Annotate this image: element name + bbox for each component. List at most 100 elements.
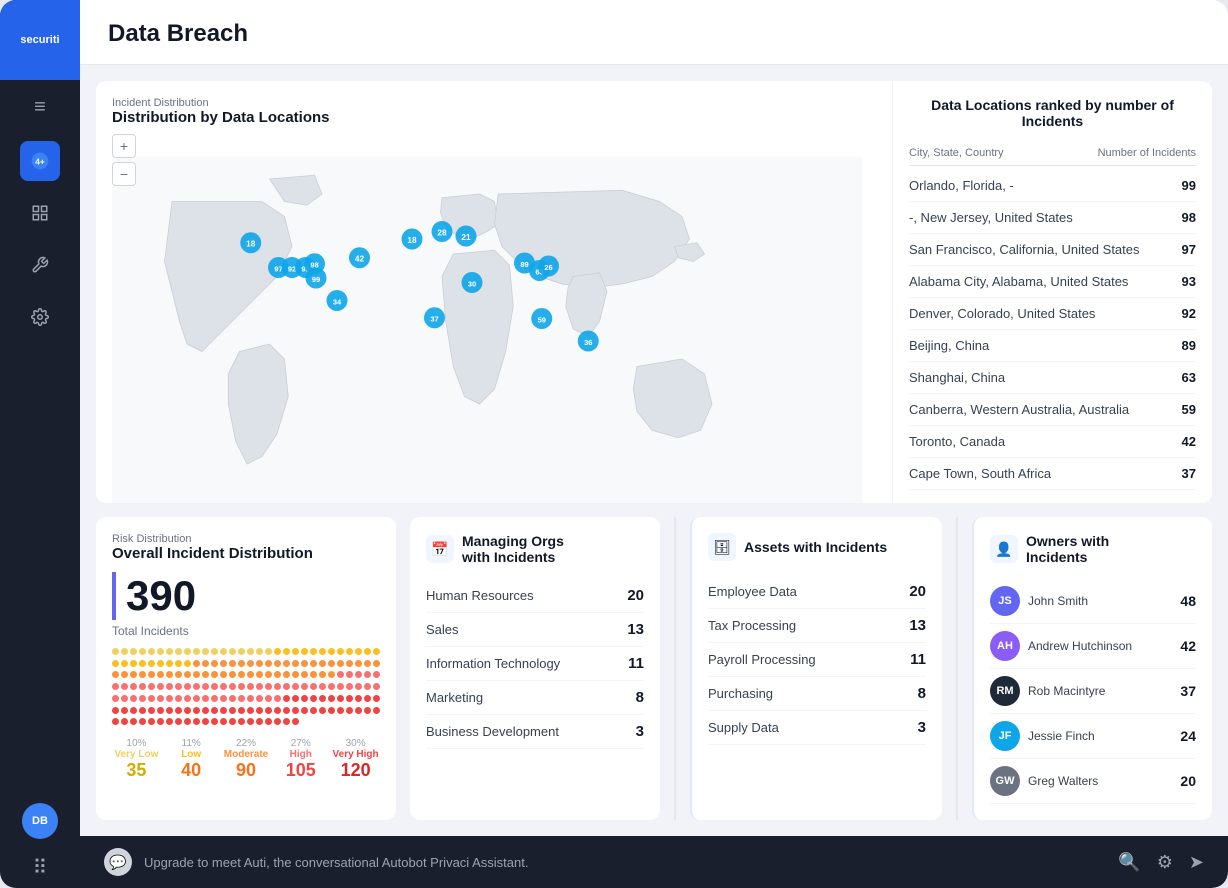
- risk-dot: [130, 660, 137, 667]
- map-zoom-controls: + −: [112, 134, 136, 186]
- user-avatar[interactable]: DB: [22, 803, 58, 839]
- risk-dot: [112, 671, 119, 678]
- assets-icon: 🗄: [708, 533, 736, 561]
- risk-dot: [265, 683, 272, 690]
- risk-dot: [337, 683, 344, 690]
- risk-dot: [193, 648, 200, 655]
- sidebar-item-dashboard[interactable]: [20, 193, 60, 233]
- world-map: 18 42 18 28 21: [112, 134, 862, 503]
- risk-dot: [319, 648, 326, 655]
- locations-list: Orlando, Florida, -99-, New Jersey, Unit…: [909, 170, 1196, 490]
- data-locations-panel: Data Locations ranked by number of Incid…: [892, 81, 1212, 503]
- risk-dot: [211, 683, 218, 690]
- risk-subtitle: Risk Distribution: [112, 533, 380, 545]
- location-name: Shanghai, China: [909, 370, 1005, 385]
- risk-dot: [229, 671, 236, 678]
- risk-dot: [373, 683, 380, 690]
- risk-dot: [220, 695, 227, 702]
- risk-dot: [364, 660, 371, 667]
- location-name: Canberra, Western Australia, Australia: [909, 402, 1129, 417]
- risk-dot: [346, 683, 353, 690]
- orgs-header: 📅 Managing Orgswith Incidents: [426, 533, 644, 565]
- risk-dot: [319, 707, 326, 714]
- risk-dot: [139, 718, 146, 725]
- sidebar-item-tools[interactable]: [20, 245, 60, 285]
- asset-label: Supply Data: [708, 720, 779, 735]
- risk-dot: [193, 695, 200, 702]
- location-name: Cape Town, South Africa: [909, 466, 1051, 481]
- risk-dot: [301, 660, 308, 667]
- risk-dot: [274, 695, 281, 702]
- risk-dot: [319, 671, 326, 678]
- risk-dot: [184, 695, 191, 702]
- menu-button[interactable]: ≡: [34, 96, 46, 119]
- map-container: + −: [112, 134, 862, 503]
- org-label: Marketing: [426, 690, 483, 705]
- risk-dot: [175, 671, 182, 678]
- risk-dot: [148, 695, 155, 702]
- risk-dot: [229, 718, 236, 725]
- risk-dot: [121, 707, 128, 714]
- risk-dot: [238, 718, 245, 725]
- svg-text:42: 42: [355, 255, 365, 264]
- svg-text:89: 89: [520, 260, 528, 269]
- org-row: Information Technology11: [426, 647, 644, 681]
- filter-icon[interactable]: ⚙: [1157, 852, 1173, 873]
- risk-dot: [184, 707, 191, 714]
- asset-value: 20: [909, 583, 926, 600]
- risk-dot: [346, 707, 353, 714]
- page-title: Data Breach: [108, 20, 1200, 48]
- risk-dot: [166, 683, 173, 690]
- risk-dot: [166, 671, 173, 678]
- risk-dot: [265, 718, 272, 725]
- risk-dot: [220, 718, 227, 725]
- risk-dot: [202, 707, 209, 714]
- logo-text: securiti: [20, 34, 59, 46]
- risk-dot: [184, 660, 191, 667]
- risk-dot: [202, 671, 209, 678]
- search-icon[interactable]: 🔍: [1118, 852, 1140, 873]
- risk-dot: [202, 648, 209, 655]
- location-count: 98: [1182, 210, 1196, 225]
- orgs-title: Managing Orgswith Incidents: [462, 533, 564, 565]
- location-name: Beijing, China: [909, 338, 989, 353]
- risk-bar-label: Low: [167, 749, 216, 760]
- owner-count: 20: [1180, 773, 1196, 789]
- zoom-out-button[interactable]: −: [112, 162, 136, 186]
- risk-bars: 10% Very Low 35 11% Low 40 22% Moderate …: [112, 738, 380, 781]
- location-row: Cape Town, South Africa37: [909, 458, 1196, 490]
- owner-count: 37: [1180, 683, 1196, 699]
- risk-dot: [184, 718, 191, 725]
- risk-dot: [310, 660, 317, 667]
- risk-dot: [184, 648, 191, 655]
- zoom-in-button[interactable]: +: [112, 134, 136, 158]
- risk-dot: [292, 695, 299, 702]
- share-icon[interactable]: ➤: [1189, 852, 1204, 873]
- risk-dot: [292, 683, 299, 690]
- asset-label: Payroll Processing: [708, 652, 816, 667]
- bottom-icons: 🔍 ⚙ ➤: [1118, 852, 1204, 873]
- assets-title: Assets with Incidents: [744, 539, 887, 555]
- risk-dot: [121, 660, 128, 667]
- risk-dot: [364, 695, 371, 702]
- risk-dot: [148, 718, 155, 725]
- risk-dot: [238, 660, 245, 667]
- risk-dot: [202, 660, 209, 667]
- locations-header: City, State, Country Number of Incidents: [909, 141, 1196, 166]
- risk-number: 390: [112, 572, 196, 620]
- svg-text:21: 21: [461, 233, 471, 242]
- sidebar-item-settings[interactable]: [20, 297, 60, 337]
- apps-icon[interactable]: ⠿: [33, 855, 48, 880]
- location-row: San Francisco, California, United States…: [909, 234, 1196, 266]
- risk-dot: [283, 648, 290, 655]
- assets-panel: 🗄 Assets with Incidents Employee Data20T…: [690, 517, 942, 820]
- sidebar-item-alerts[interactable]: 4+: [20, 141, 60, 181]
- risk-dot: [130, 695, 137, 702]
- risk-dot: [193, 707, 200, 714]
- risk-dot: [139, 648, 146, 655]
- top-section: Incident Distribution Distribution by Da…: [96, 81, 1212, 503]
- org-value: 8: [636, 689, 644, 706]
- risk-dot: [202, 718, 209, 725]
- risk-dot: [166, 660, 173, 667]
- location-row: Denver, Colorado, United States92: [909, 298, 1196, 330]
